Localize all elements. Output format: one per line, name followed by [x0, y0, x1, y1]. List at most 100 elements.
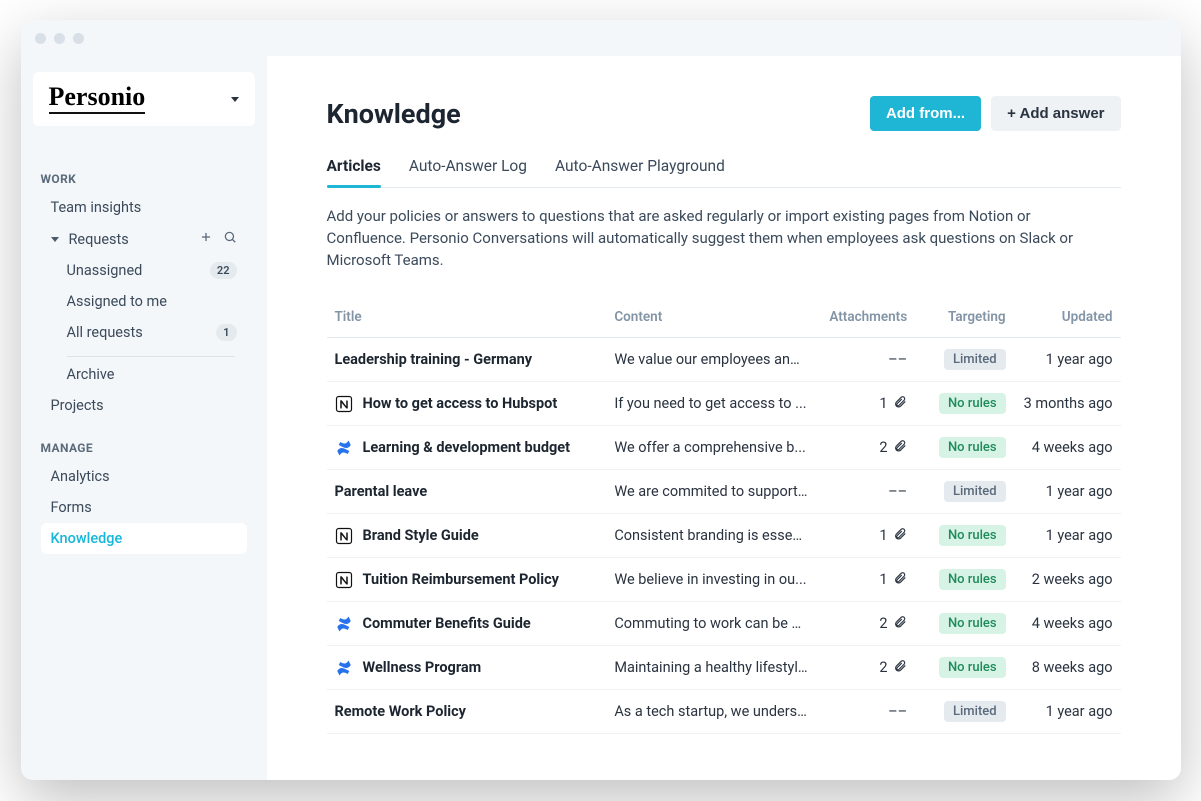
updated-time: 1 year ago [1014, 690, 1121, 734]
confluence-icon [335, 615, 353, 633]
article-title: Learning & development budget [363, 439, 571, 456]
add-icon[interactable] [199, 230, 213, 248]
sidebar-item-label: Team insights [51, 199, 142, 216]
add-answer-button[interactable]: + Add answer [991, 96, 1120, 131]
attachment-count: 1 [816, 558, 916, 602]
window-dot-minimize[interactable] [54, 33, 65, 44]
table-row[interactable]: Wellness Program Maintaining a healthy li… [327, 646, 1121, 690]
paperclip-icon [893, 527, 907, 545]
article-content-preview: If you need to get access to ... [606, 382, 815, 426]
article-content-preview: We believe in investing in ou... [606, 558, 815, 602]
article-content-preview: As a tech startup, we underst... [606, 690, 815, 734]
sidebar-item-knowledge[interactable]: Knowledge [41, 523, 247, 554]
table-row[interactable]: Commuter Benefits Guide Commuting to work… [327, 602, 1121, 646]
targeting-pill: Limited [944, 481, 1006, 502]
attachment-count: 2 [816, 602, 916, 646]
updated-time: 2 weeks ago [1014, 558, 1121, 602]
window-dot-zoom[interactable] [73, 33, 84, 44]
attachment-count: –– [816, 338, 916, 382]
sidebar-subitem-archive[interactable]: Archive [41, 359, 247, 390]
updated-time: 4 weeks ago [1014, 602, 1121, 646]
article-content-preview: Consistent branding is essen... [606, 514, 815, 558]
main-content: Knowledge Add from... + Add answer Artic… [267, 56, 1181, 780]
attachment-count: –– [816, 470, 916, 514]
sidebar-item-label: All requests [67, 324, 143, 341]
search-icon[interactable] [223, 230, 237, 248]
confluence-icon [335, 659, 353, 677]
attachment-count: 1 [816, 382, 916, 426]
sidebar-subitem-unassigned[interactable]: Unassigned22 [41, 255, 247, 286]
sidebar-item-analytics[interactable]: Analytics [41, 461, 247, 492]
attachment-count: 1 [816, 514, 916, 558]
attachment-count: 2 [816, 646, 916, 690]
table-row[interactable]: How to get access to Hubspot If you need … [327, 382, 1121, 426]
column-header-content[interactable]: Content [606, 299, 815, 338]
sidebar-subitem-all-requests[interactable]: All requests 1 [41, 317, 247, 348]
article-content-preview: Maintaining a healthy lifestyl... [606, 646, 815, 690]
tab-articles[interactable]: Articles [327, 153, 381, 187]
sidebar-item-label: Projects [51, 397, 104, 414]
targeting-pill: Limited [944, 349, 1006, 370]
article-title: How to get access to Hubspot [363, 395, 558, 412]
article-title: Brand Style Guide [363, 527, 479, 544]
confluence-icon [335, 439, 353, 457]
targeting-pill: Limited [944, 701, 1006, 722]
sidebar-item-team-insights[interactable]: Team insights [41, 192, 247, 223]
window-dot-close[interactable] [35, 33, 46, 44]
article-title: Wellness Program [363, 659, 482, 676]
column-header-updated[interactable]: Updated [1014, 299, 1121, 338]
sidebar-subitem-assigned-to-me[interactable]: Assigned to me [41, 286, 247, 317]
article-title: Tuition Reimbursement Policy [363, 571, 559, 588]
sidebar-item-projects[interactable]: Projects [41, 390, 247, 421]
table-row[interactable]: Leadership training - GermanyWe value ou… [327, 338, 1121, 382]
article-title: Remote Work Policy [335, 703, 466, 720]
sidebar-item-forms[interactable]: Forms [41, 492, 247, 523]
updated-time: 4 weeks ago [1014, 426, 1121, 470]
page-description: Add your policies or answers to question… [327, 206, 1087, 271]
workspace-switcher[interactable]: Personio [33, 72, 255, 126]
table-row[interactable]: Learning & development budget We offer a … [327, 426, 1121, 470]
brand-logo: Personio [49, 84, 146, 114]
add-from-button[interactable]: Add from... [870, 96, 981, 131]
tab-auto-answer-log[interactable]: Auto-Answer Log [409, 153, 527, 187]
article-content-preview: Commuting to work can be e... [606, 602, 815, 646]
sidebar-item-label: Analytics [51, 468, 110, 485]
table-row[interactable]: Tuition Reimbursement Policy We believe i… [327, 558, 1121, 602]
article-content-preview: We value our employees and... [606, 338, 815, 382]
article-title: Commuter Benefits Guide [363, 615, 531, 632]
targeting-pill: No rules [939, 393, 1006, 414]
attachment-count: 2 [816, 426, 916, 470]
notion-icon [335, 571, 353, 589]
notion-icon [335, 527, 353, 545]
updated-time: 1 year ago [1014, 338, 1121, 382]
paperclip-icon [893, 395, 907, 413]
table-row[interactable]: Parental leaveWe are commited to support… [327, 470, 1121, 514]
sidebar-item-label: Knowledge [51, 530, 123, 547]
articles-table: Title Content Attachments Targeting Upda… [327, 299, 1121, 734]
sidebar: Personio WORKTeam insightsRequestsUnassi… [21, 56, 267, 780]
table-row[interactable]: Remote Work Policy As a tech startup, we … [327, 690, 1121, 734]
column-header-title[interactable]: Title [327, 299, 607, 338]
window-titlebar [21, 20, 1181, 56]
chevron-down-icon [231, 97, 239, 102]
targeting-pill: No rules [939, 569, 1006, 590]
attachment-count: –– [816, 690, 916, 734]
count-badge: 1 [216, 324, 236, 341]
sidebar-item-requests[interactable]: Requests [41, 223, 247, 255]
chevron-down-icon [51, 237, 59, 242]
updated-time: 1 year ago [1014, 514, 1121, 558]
app-window: Personio WORKTeam insightsRequestsUnassi… [21, 20, 1181, 780]
sidebar-heading: MANAGE [41, 441, 247, 455]
sidebar-item-label: Archive [67, 366, 115, 383]
sidebar-divider [67, 356, 235, 357]
column-header-attachments[interactable]: Attachments [816, 299, 916, 338]
article-content-preview: We are commited to support... [606, 470, 815, 514]
targeting-pill: No rules [939, 613, 1006, 634]
tab-auto-answer-playground[interactable]: Auto-Answer Playground [555, 153, 725, 187]
table-row[interactable]: Brand Style Guide Consistent branding is … [327, 514, 1121, 558]
targeting-pill: No rules [939, 525, 1006, 546]
column-header-targeting[interactable]: Targeting [915, 299, 1013, 338]
article-content-preview: We offer a comprehensive b... [606, 426, 815, 470]
sidebar-item-label: Requests [69, 231, 129, 248]
targeting-pill: No rules [939, 437, 1006, 458]
